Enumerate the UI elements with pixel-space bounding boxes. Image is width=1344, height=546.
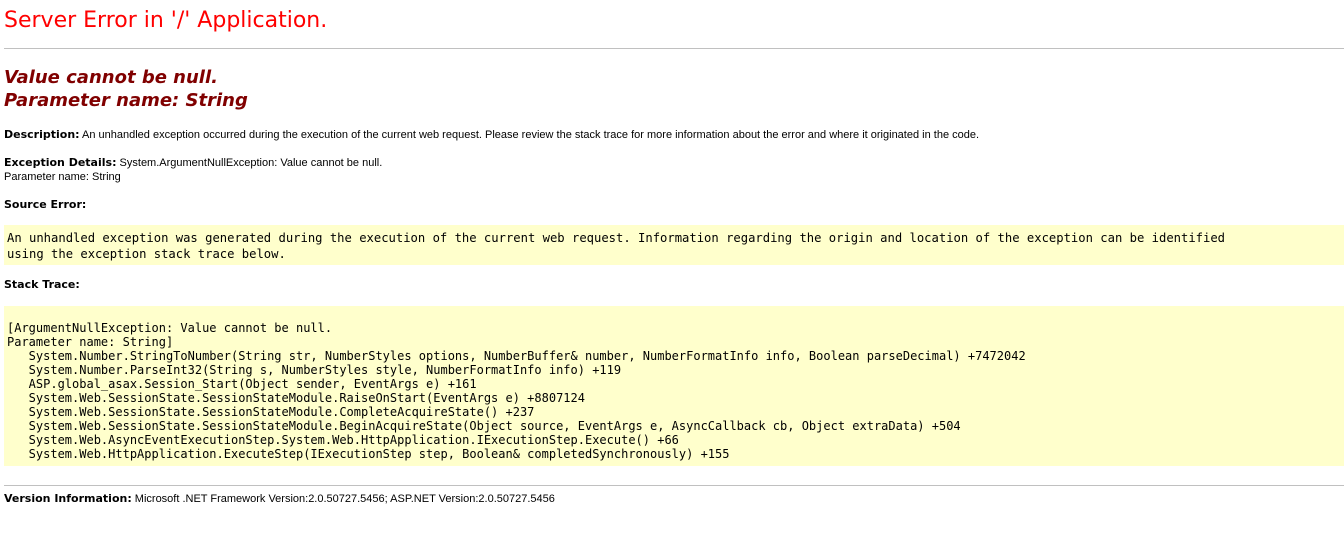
title-divider — [4, 48, 1344, 49]
source-error-line: An unhandled exception was generated dur… — [7, 231, 1226, 245]
source-error-line: using the exception stack trace below. — [7, 247, 286, 261]
exception-details-text: System.ArgumentNullException: Value cann… — [119, 157, 383, 169]
stack-trace-line: System.Web.AsyncEventExecutionStep.Syste… — [7, 433, 679, 447]
source-error-box: An unhandled exception was generated dur… — [4, 225, 1344, 265]
stack-trace-line: System.Number.ParseInt32(String s, Numbe… — [7, 363, 622, 377]
stack-trace-box: [ArgumentNullException: Value cannot be … — [4, 306, 1344, 466]
description: Description: An unhandled exception occu… — [4, 128, 979, 142]
footer-divider — [4, 485, 1344, 486]
page-title: Server Error in '/' Application. — [4, 8, 328, 33]
stack-trace-line: ASP.global_asax.Session_Start(Object sen… — [7, 377, 477, 391]
source-error-label: Source Error: — [4, 198, 87, 211]
stack-trace-heading: Stack Trace: — [4, 278, 80, 292]
stack-trace-line: System.Number.StringToNumber(String str,… — [7, 349, 1026, 363]
stack-trace-line: System.Web.SessionState.SessionStateModu… — [7, 419, 961, 433]
exception-details-text-2: Parameter name: String — [4, 171, 121, 183]
exception-details-label: Exception Details: — [4, 156, 117, 169]
exception-details: Exception Details: System.ArgumentNullEx… — [4, 156, 382, 184]
error-message-line-1: Value cannot be null. — [4, 67, 218, 88]
stack-trace-line: System.Web.SessionState.SessionStateModu… — [7, 391, 585, 405]
stack-trace-line: [ArgumentNullException: Value cannot be … — [7, 321, 333, 335]
stack-trace-label: Stack Trace: — [4, 278, 80, 291]
source-error-heading: Source Error: — [4, 198, 86, 212]
error-message-line-2: Parameter name: String — [4, 90, 248, 111]
description-text: An unhandled exception occurred during t… — [82, 129, 980, 141]
version-information-label: Version Information: — [4, 492, 132, 505]
error-message: Value cannot be null. Parameter name: Str… — [4, 66, 248, 112]
stack-trace-line: Parameter name: String] — [7, 335, 174, 349]
version-information-text: Microsoft .NET Framework Version:2.0.507… — [134, 493, 555, 505]
version-information: Version Information: Microsoft .NET Fram… — [4, 492, 555, 506]
stack-trace-line: System.Web.HttpApplication.ExecuteStep(I… — [7, 447, 730, 461]
description-label: Description: — [4, 128, 80, 141]
stack-trace-line: System.Web.SessionState.SessionStateModu… — [7, 405, 535, 419]
